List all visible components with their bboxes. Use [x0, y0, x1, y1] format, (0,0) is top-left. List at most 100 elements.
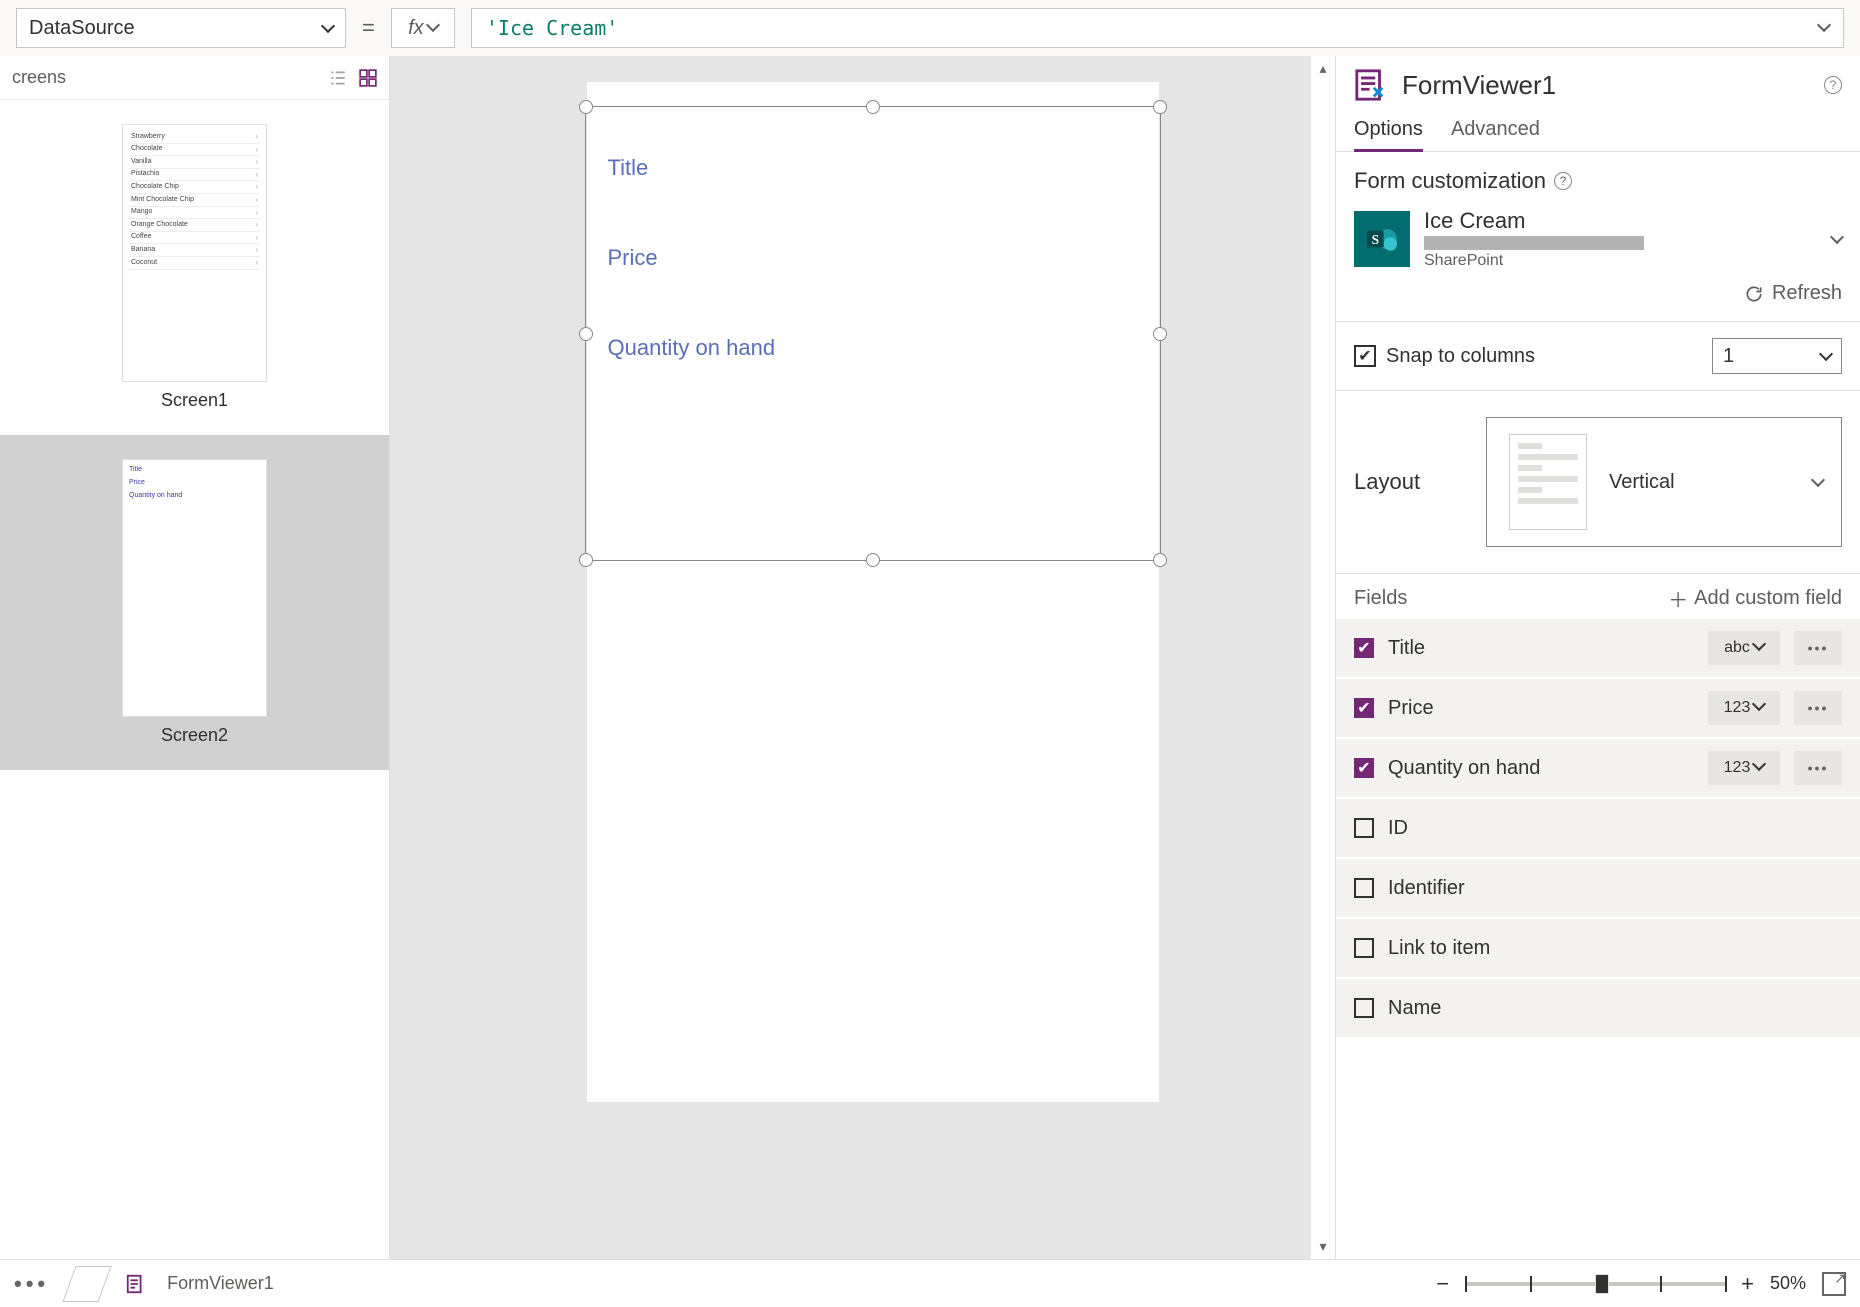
- thumb-list-item: Orange Chocolate›: [129, 219, 260, 232]
- datasource-type: SharePoint: [1424, 252, 1818, 270]
- status-bar: ••• FormViewer1 − + 50%: [0, 1259, 1860, 1307]
- help-icon[interactable]: ?: [1554, 172, 1572, 190]
- form-viewer-icon: [1354, 68, 1388, 102]
- thumb-list-item: Mint Chocolate Chip›: [129, 194, 260, 207]
- chevron-down-icon: [1832, 229, 1842, 250]
- thumbnail-view-icon[interactable]: [359, 69, 377, 87]
- snap-to-columns-checkbox[interactable]: ✔ Snap to columns: [1354, 345, 1535, 368]
- refresh-icon: [1744, 284, 1764, 304]
- refresh-label: Refresh: [1772, 282, 1842, 305]
- columns-value: 1: [1723, 345, 1734, 368]
- field-row[interactable]: ✔Titleabc •••: [1336, 619, 1860, 679]
- field-type-selector[interactable]: 123: [1708, 751, 1780, 785]
- thumb-list-item: Banana›: [129, 244, 260, 257]
- chevron-down-icon: [1754, 759, 1764, 777]
- checkbox-icon: ✔: [1354, 698, 1374, 718]
- form-field-label: Price: [608, 245, 658, 271]
- field-row[interactable]: ID: [1336, 799, 1860, 859]
- screen-name: Screen1: [161, 390, 228, 411]
- datasource-selector[interactable]: S Ice Cream SharePoint: [1354, 208, 1842, 270]
- formula-input[interactable]: 'Ice Cream': [471, 8, 1844, 48]
- help-icon[interactable]: ?: [1824, 76, 1842, 94]
- field-row[interactable]: ✔ Price 123 •••: [1336, 679, 1860, 739]
- chevron-down-icon: [1813, 472, 1823, 493]
- screens-panel-title: creens: [12, 67, 66, 88]
- resize-handle[interactable]: [579, 553, 593, 567]
- refresh-button[interactable]: Refresh: [1354, 282, 1842, 305]
- tab-options[interactable]: Options: [1354, 112, 1423, 151]
- scroll-down-icon[interactable]: ▾: [1319, 1238, 1326, 1255]
- resize-handle[interactable]: [579, 100, 593, 114]
- resize-handle[interactable]: [1153, 553, 1167, 567]
- zoom-out-button[interactable]: −: [1436, 1271, 1449, 1297]
- field-name: Quantity on hand: [1388, 757, 1694, 780]
- field-row[interactable]: Identifier: [1336, 859, 1860, 919]
- field-row[interactable]: Name: [1336, 979, 1860, 1039]
- field-row[interactable]: ✔Quantity on hand123 •••: [1336, 739, 1860, 799]
- fx-button[interactable]: fx: [391, 8, 455, 48]
- equals-sign: =: [362, 15, 375, 41]
- thumb-field-label: Price: [129, 479, 260, 486]
- sharepoint-icon: S: [1354, 211, 1410, 267]
- chevron-down-icon: [1821, 345, 1831, 368]
- form-field-label: Quantity on hand: [608, 335, 776, 361]
- fx-label: fx: [408, 17, 424, 40]
- checkbox-icon: ✔: [1354, 345, 1376, 367]
- canvas[interactable]: Title Price Quantity on hand ▴ ▾: [390, 56, 1335, 1259]
- field-name: ID: [1388, 817, 1842, 840]
- breadcrumb-chip[interactable]: [63, 1266, 112, 1302]
- breadcrumb-name: FormViewer1: [167, 1273, 274, 1294]
- field-name: Price: [1388, 697, 1694, 720]
- fields-label: Fields: [1354, 587, 1407, 610]
- field-name: Identifier: [1388, 877, 1842, 900]
- resize-handle[interactable]: [1153, 100, 1167, 114]
- thumb-list-item: Vanilla›: [129, 156, 260, 169]
- fit-to-window-icon[interactable]: [1822, 1272, 1846, 1296]
- list-view-icon[interactable]: [329, 69, 347, 87]
- thumb-list-item: Coffee›: [129, 232, 260, 245]
- field-more-button[interactable]: •••: [1794, 691, 1842, 725]
- form-customization-label: Form customization: [1354, 168, 1546, 194]
- svg-text:S: S: [1372, 232, 1379, 247]
- layout-value: Vertical: [1609, 471, 1675, 494]
- screen-thumbnail[interactable]: Strawberry›Chocolate›Vanilla›Pistachio›C…: [0, 100, 389, 435]
- screen-thumbnail[interactable]: Title Price Quantity on hand Screen2: [0, 435, 389, 770]
- resize-handle[interactable]: [866, 100, 880, 114]
- property-selector[interactable]: DataSource: [16, 8, 346, 48]
- formula-value: 'Ice Cream': [486, 16, 1819, 40]
- layout-selector[interactable]: Vertical: [1486, 417, 1842, 547]
- add-custom-field-button[interactable]: ＋ Add custom field: [1668, 584, 1842, 613]
- thumb-list-item: Chocolate›: [129, 144, 260, 157]
- field-type-selector[interactable]: 123: [1708, 691, 1780, 725]
- checkbox-icon: [1354, 998, 1374, 1018]
- thumb-list-item: Chocolate Chip›: [129, 181, 260, 194]
- canvas-scrollbar[interactable]: ▴ ▾: [1311, 56, 1335, 1259]
- resize-handle[interactable]: [866, 553, 880, 567]
- checkbox-icon: [1354, 818, 1374, 838]
- control-name: FormViewer1: [1402, 70, 1810, 101]
- resize-handle[interactable]: [579, 327, 593, 341]
- redacted-text: [1424, 236, 1644, 250]
- field-more-button[interactable]: •••: [1794, 631, 1842, 665]
- field-name: Title: [1388, 637, 1694, 660]
- more-icon[interactable]: •••: [14, 1271, 49, 1297]
- tab-advanced[interactable]: Advanced: [1451, 112, 1540, 151]
- scroll-up-icon[interactable]: ▴: [1319, 60, 1326, 77]
- zoom-in-button[interactable]: +: [1741, 1271, 1754, 1297]
- plus-icon: ＋: [1668, 584, 1688, 613]
- columns-select[interactable]: 1: [1712, 338, 1842, 374]
- zoom-slider[interactable]: [1465, 1282, 1725, 1286]
- zoom-value: 50%: [1770, 1273, 1806, 1294]
- screen-name: Screen2: [161, 725, 228, 746]
- field-more-button[interactable]: •••: [1794, 751, 1842, 785]
- chevron-down-icon: [323, 17, 333, 40]
- phone-frame: Title Price Quantity on hand: [587, 82, 1159, 1102]
- chevron-down-icon: [1819, 20, 1829, 36]
- resize-handle[interactable]: [1153, 327, 1167, 341]
- form-selection[interactable]: Title Price Quantity on hand: [585, 106, 1161, 561]
- field-type-selector[interactable]: abc: [1708, 631, 1780, 665]
- thumb-field-label: Quantity on hand: [129, 492, 260, 499]
- form-viewer-icon: [125, 1273, 147, 1295]
- thumb-field-label: Title: [129, 466, 260, 473]
- field-row[interactable]: Link to item: [1336, 919, 1860, 979]
